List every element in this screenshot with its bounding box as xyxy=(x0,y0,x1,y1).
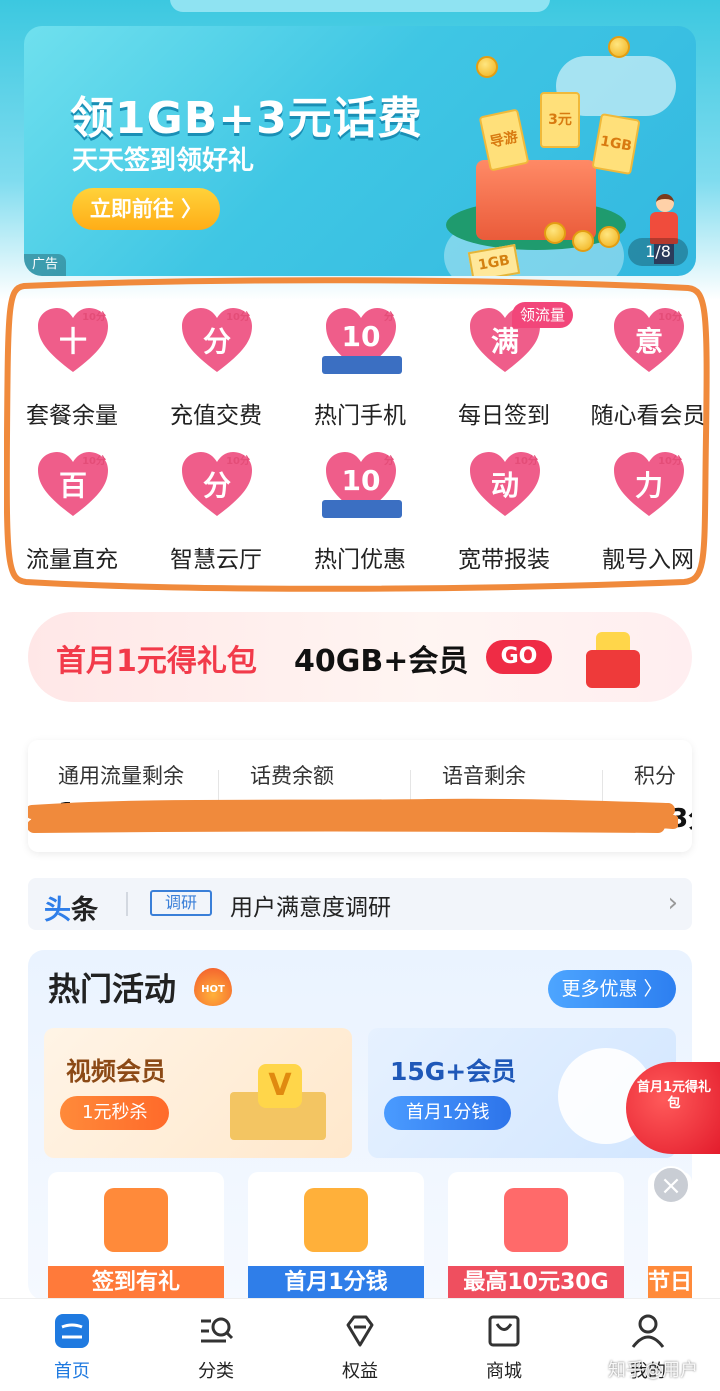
tab-benefits[interactable]: 权益 xyxy=(288,1299,432,1391)
stat-balance[interactable]: 话费余额 14.21 xyxy=(220,740,412,852)
grid-item-smart-hall[interactable]: 10分 分 智慧云厅 xyxy=(144,434,288,574)
search-bar-remnant[interactable] xyxy=(170,0,550,12)
checkin-gift-card[interactable]: 签到有礼 xyxy=(48,1172,224,1300)
ribbon-decoration xyxy=(322,500,402,518)
heart-10-icon: 分 10 xyxy=(322,450,402,520)
grid-item-label: 靓号入网 xyxy=(602,547,694,573)
grid-item-label: 宽带报装 xyxy=(458,547,550,573)
tab-mall[interactable]: 商城 xyxy=(432,1299,576,1391)
stat-points[interactable]: 积分 483分 xyxy=(604,740,692,852)
grid-item-broadband[interactable]: 10分 动 宽带报装 xyxy=(432,434,576,574)
promo-banner[interactable]: 领1GB+3元话费 天天签到领好礼 立即前往 〉 导游 3元 1GB 1GB 广… xyxy=(24,26,696,276)
home-icon xyxy=(52,1311,92,1351)
banner-card: 1GB xyxy=(591,112,641,176)
grid-item-label: 充值交费 xyxy=(170,403,262,429)
grid-item-label: 每日签到 xyxy=(458,403,550,429)
section-title: 热门活动 xyxy=(48,970,177,1008)
divider xyxy=(602,770,603,830)
divider xyxy=(126,892,128,916)
coin-icon xyxy=(608,36,630,58)
grid-item-daily-checkin[interactable]: 满 领流量 每日签到 xyxy=(432,290,576,430)
ad-label: 广告 xyxy=(24,254,66,276)
ribbon-decoration xyxy=(322,356,402,374)
heart-10-icon: 分 10 xyxy=(322,306,402,376)
phone-data-icon xyxy=(504,1188,568,1252)
grid-item-recharge[interactable]: 10分 分 充值交费 xyxy=(144,290,288,430)
promo-title: 首月1元得礼包 xyxy=(56,644,257,679)
grid-item-label: 套餐余量 xyxy=(26,403,118,429)
video-member-tile[interactable]: 视频会员 1元秒杀 V xyxy=(44,1028,352,1158)
tab-category[interactable]: 分类 xyxy=(144,1299,288,1391)
grid-item-label: 热门优惠 xyxy=(314,547,406,573)
headline-text[interactable]: 用户满意度调研 xyxy=(230,888,391,922)
gift-box-icon xyxy=(304,1188,368,1252)
first-month-card[interactable]: 首月1分钱 xyxy=(248,1172,424,1300)
promo-offer: 40GB+会员 xyxy=(294,644,469,679)
first-month-promo[interactable]: 首月1元得礼包 40GB+会员 GO xyxy=(28,612,692,702)
video-apps-icon: V xyxy=(224,1048,334,1144)
user-icon xyxy=(628,1311,668,1351)
more-deals-button[interactable]: 更多优惠 〉 xyxy=(548,970,676,1008)
heart-icon: 10分 分 xyxy=(180,306,254,376)
hot-activities-section: 热门活动 HOT 更多优惠 〉 视频会员 1元秒杀 V 15G+会员 首月1分钱… xyxy=(28,950,692,1300)
banner-card: 3元 xyxy=(540,92,580,148)
grid-item-data-recharge[interactable]: 10分 百 流量直充 xyxy=(0,434,144,574)
headline-tag: 调研 xyxy=(150,890,212,916)
category-search-icon xyxy=(196,1311,236,1351)
stat-voice-remaining[interactable]: 语音剩余 xyxy=(412,740,604,852)
gift-icon xyxy=(580,626,646,692)
data-badge: 领流量 xyxy=(512,302,574,328)
up-to-30g-card[interactable]: 最高10元30G xyxy=(448,1172,624,1300)
coin-icon xyxy=(476,56,498,78)
grid-item-video-member[interactable]: 10分 意 随心看会员 xyxy=(576,290,720,430)
heart-icon: 10分 力 xyxy=(612,450,686,520)
grid-item-lucky-number[interactable]: 10分 力 靓号入网 xyxy=(576,434,720,574)
tab-home[interactable]: 首页 xyxy=(0,1299,144,1391)
divider xyxy=(218,770,219,830)
grid-item-hot-phones[interactable]: 分 10 热门手机 xyxy=(288,290,432,430)
account-stats: 通用流量剩余 1.52 话费余额 14.21 语音剩余 积分 483分 xyxy=(28,740,692,852)
heart-icon: 10分 十 xyxy=(36,306,110,376)
close-icon[interactable]: × xyxy=(652,1166,690,1204)
chevron-right-icon[interactable]: › xyxy=(668,888,678,918)
fire-icon: HOT xyxy=(194,968,232,1006)
banner-subtitle: 天天签到领好礼 xyxy=(72,146,255,176)
grid-item-label: 热门手机 xyxy=(314,403,406,429)
coin-icon xyxy=(598,226,620,248)
banner-pager: 1/8 xyxy=(628,238,688,266)
divider xyxy=(410,770,411,830)
grid-item-package-balance[interactable]: 10分 十 套餐余量 xyxy=(0,290,144,430)
grid-item-label: 智慧云厅 xyxy=(170,547,262,573)
diamond-icon xyxy=(340,1311,380,1351)
headline-bar[interactable]: 头条 调研 用户满意度调研 › xyxy=(28,878,692,930)
banner-go-button[interactable]: 立即前往 〉 xyxy=(72,188,220,230)
heart-icon: 10分 分 xyxy=(180,450,254,520)
coin-icon xyxy=(544,222,566,244)
promo-go-button[interactable]: GO xyxy=(486,640,552,674)
phone-gift-icon xyxy=(104,1188,168,1252)
one-cent-button[interactable]: 首月1分钱 xyxy=(384,1096,512,1130)
flash-sale-button[interactable]: 1元秒杀 xyxy=(60,1096,170,1130)
watermark: 知乎@用户 xyxy=(608,1360,698,1381)
grid-item-hot-deals[interactable]: 分 10 热门优惠 xyxy=(288,434,432,574)
grid-item-label: 随心看会员 xyxy=(590,403,706,429)
heart-icon: 10分 意 xyxy=(612,306,686,376)
service-grid: 10分 十 套餐余量 10分 分 充值交费 分 10 热门手机 满 领流量 每日… xyxy=(0,290,720,590)
heart-icon: 10分 动 xyxy=(468,450,542,520)
shopping-bag-icon xyxy=(484,1311,524,1351)
banner-title: 领1GB+3元话费 xyxy=(70,93,423,144)
grid-item-label: 流量直充 xyxy=(26,547,118,573)
coin-icon xyxy=(572,230,594,252)
floating-gift-button[interactable]: 首月1元得礼包 xyxy=(626,1062,720,1154)
headline-logo: 头条 xyxy=(44,895,98,926)
stat-data-remaining[interactable]: 通用流量剩余 1.52 xyxy=(28,740,220,852)
heart-icon: 10分 百 xyxy=(36,450,110,520)
